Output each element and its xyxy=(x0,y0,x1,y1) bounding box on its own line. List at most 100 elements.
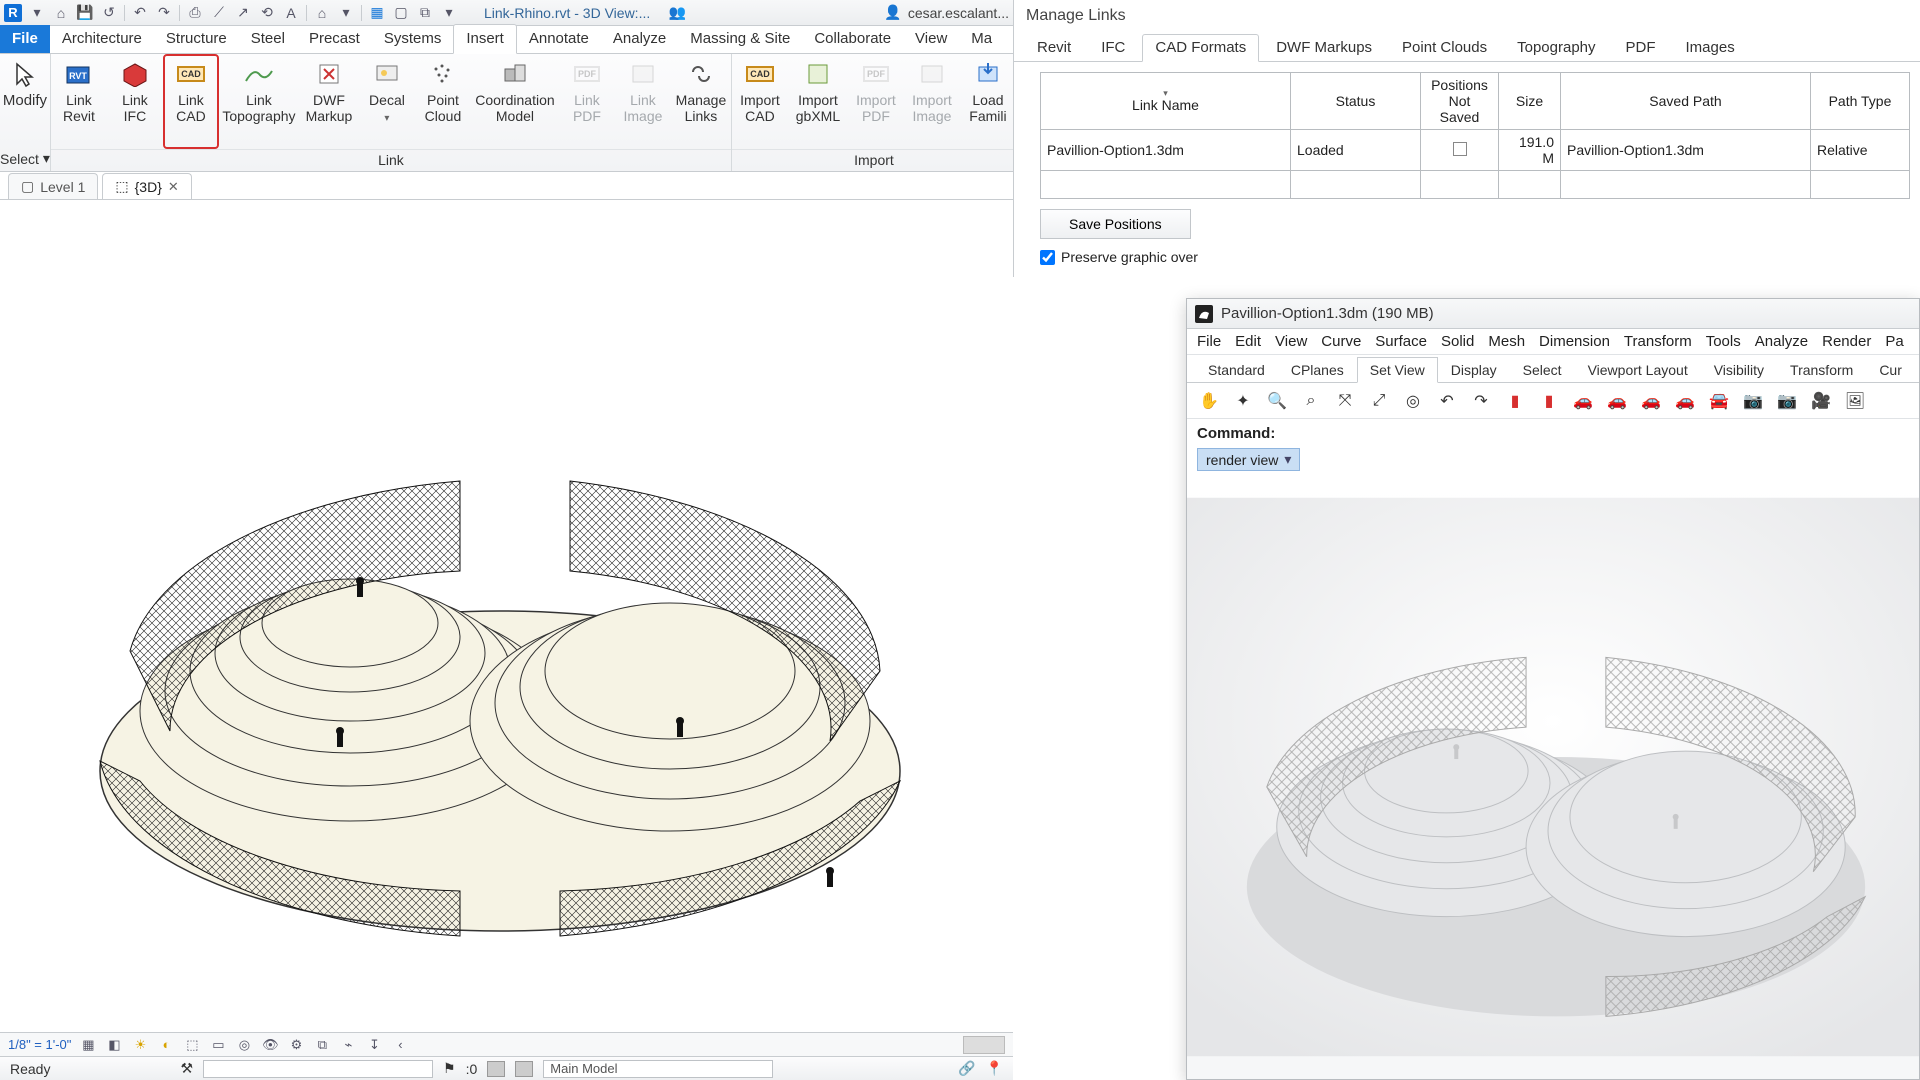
decal-button[interactable]: Decal▾ xyxy=(359,54,415,149)
workset-combo[interactable] xyxy=(203,1060,433,1078)
tab-steel[interactable]: Steel xyxy=(239,25,297,53)
command-input[interactable]: render view ▾ xyxy=(1197,448,1909,471)
reveal-constraints-icon[interactable]: ‹ xyxy=(391,1036,409,1054)
modify-cursor-icon[interactable] xyxy=(9,58,41,90)
crop-region-icon[interactable]: ▭ xyxy=(209,1036,227,1054)
select-pinned-icon[interactable]: 📍 xyxy=(986,1060,1003,1077)
import-gbxml-button[interactable]: ImportgbXML xyxy=(788,54,848,149)
named-view-icon[interactable]: 📷 xyxy=(1773,387,1801,415)
crop-icon[interactable]: ⬚ xyxy=(183,1036,201,1054)
rtab-viewport-layout[interactable]: Viewport Layout xyxy=(1575,357,1701,382)
menu-panels[interactable]: Pa xyxy=(1885,333,1903,350)
search-icon[interactable]: 👥 xyxy=(668,4,686,22)
view-scale[interactable]: 1/8" = 1'-0" xyxy=(8,1037,71,1052)
switch-window-icon[interactable]: ⧉ xyxy=(416,4,434,22)
dlg-tab-topography[interactable]: Topography xyxy=(1504,34,1608,61)
col-link-name[interactable]: ▾Link Name xyxy=(1041,73,1291,130)
set-bottom-view-icon[interactable]: ▮ xyxy=(1535,387,1563,415)
thinlines-icon[interactable]: ▦ xyxy=(368,4,386,22)
tab-collaborate[interactable]: Collaborate xyxy=(802,25,903,53)
cell-link-name[interactable]: Pavillion-Option1.3dm xyxy=(1041,130,1291,171)
rtab-standard[interactable]: Standard xyxy=(1195,357,1278,382)
undo-view-icon[interactable]: ↶ xyxy=(1433,387,1461,415)
tab-architecture[interactable]: Architecture xyxy=(50,25,154,53)
col-saved-path[interactable]: Saved Path xyxy=(1561,73,1811,130)
menu-surface[interactable]: Surface xyxy=(1375,333,1427,350)
rotate-view-icon[interactable]: ✦ xyxy=(1229,387,1257,415)
set-perspective-view-icon[interactable]: 🚘 xyxy=(1705,387,1733,415)
dlg-tab-dwf[interactable]: DWF Markups xyxy=(1263,34,1385,61)
visual-style-icon[interactable]: ◧ xyxy=(105,1036,123,1054)
reveal-hidden-icon[interactable]: ⚙ xyxy=(287,1036,305,1054)
rtab-cplanes[interactable]: CPlanes xyxy=(1278,357,1357,382)
load-family-button[interactable]: LoadFamili xyxy=(960,54,1016,149)
tab-structure[interactable]: Structure xyxy=(154,25,239,53)
tab-insert[interactable]: Insert xyxy=(453,24,517,54)
zoom-extents-icon[interactable]: ⤧ xyxy=(1331,387,1359,415)
cell-path-type[interactable]: Relative xyxy=(1811,130,1910,171)
menu-dimension[interactable]: Dimension xyxy=(1539,333,1610,350)
tab-view[interactable]: View xyxy=(903,25,959,53)
menu-file[interactable]: File xyxy=(1197,333,1221,350)
col-status[interactable]: Status xyxy=(1291,73,1421,130)
chevron-down-icon[interactable]: ▾ xyxy=(1284,451,1291,468)
pan-icon[interactable]: ✋ xyxy=(1195,387,1223,415)
import-cad-button[interactable]: CAD ImportCAD xyxy=(732,54,788,149)
view-scrollbar[interactable] xyxy=(963,1036,1005,1054)
main-model-combo[interactable]: Main Model xyxy=(543,1060,773,1078)
temporary-hide-icon[interactable]: 👁 xyxy=(261,1036,279,1054)
workset-icon[interactable]: ⚒ xyxy=(180,1060,193,1077)
dlg-tab-point-clouds[interactable]: Point Clouds xyxy=(1389,34,1500,61)
open-icon[interactable]: ⌂ xyxy=(52,4,70,22)
point-cloud-button[interactable]: PointCloud xyxy=(415,54,471,149)
menu-edit[interactable]: Edit xyxy=(1235,333,1261,350)
rhino-titlebar[interactable]: Pavillion-Option1.3dm (190 MB) xyxy=(1187,299,1919,329)
tab-annotate[interactable]: Annotate xyxy=(517,25,601,53)
preserve-overrides-checkbox[interactable]: Preserve graphic over xyxy=(1014,249,1920,277)
menu-analyze[interactable]: Analyze xyxy=(1755,333,1808,350)
col-positions[interactable]: Positions Not Saved xyxy=(1421,73,1499,130)
tab-analyze[interactable]: Analyze xyxy=(601,25,678,53)
manage-links-button[interactable]: ManageLinks xyxy=(671,54,731,149)
rtab-display[interactable]: Display xyxy=(1438,357,1510,382)
cell-saved-path[interactable]: Pavillion-Option1.3dm xyxy=(1561,130,1811,171)
highlight-displaced-icon[interactable]: ↧ xyxy=(365,1036,383,1054)
tab-systems[interactable]: Systems xyxy=(372,25,454,53)
menu-render[interactable]: Render xyxy=(1822,333,1871,350)
dlg-tab-cad-formats[interactable]: CAD Formats xyxy=(1142,34,1259,62)
rtab-set-view[interactable]: Set View xyxy=(1357,357,1438,383)
set-left-view-icon[interactable]: 🚗 xyxy=(1637,387,1665,415)
sync-icon[interactable]: ↺ xyxy=(100,4,118,22)
tab-manage[interactable]: Ma xyxy=(959,25,1004,53)
zoom-window-icon[interactable]: ⌕ xyxy=(1297,387,1325,415)
dlg-tab-images[interactable]: Images xyxy=(1673,34,1748,61)
table-row[interactable]: Pavillion-Option1.3dm Loaded 191.0 M Pav… xyxy=(1041,130,1910,171)
rtab-transform[interactable]: Transform xyxy=(1777,357,1866,382)
set-right-view-icon[interactable]: 🚗 xyxy=(1603,387,1631,415)
user-area[interactable]: 👤 cesar.escalant... xyxy=(884,4,1009,21)
save-icon[interactable]: 💾 xyxy=(76,4,94,22)
set-camera-icon[interactable]: 📷 xyxy=(1739,387,1767,415)
menu-tools[interactable]: Tools xyxy=(1706,333,1741,350)
qat-menu-icon[interactable]: ▾ xyxy=(28,4,46,22)
measure-icon[interactable]: ⟋ xyxy=(210,4,228,22)
menu-mesh[interactable]: Mesh xyxy=(1488,333,1525,350)
wallpaper-icon[interactable]: 🖼 xyxy=(1841,387,1869,415)
select-dropdown[interactable]: Select▾ xyxy=(0,150,50,167)
link-ifc-button[interactable]: LinkIFC xyxy=(107,54,163,149)
model-canvas[interactable] xyxy=(0,200,1013,1032)
dlg-tab-pdf[interactable]: PDF xyxy=(1613,34,1669,61)
set-front-view-icon[interactable]: 🚗 xyxy=(1569,387,1597,415)
dlg-tab-ifc[interactable]: IFC xyxy=(1088,34,1138,61)
view-tab-level1[interactable]: ▢ Level 1 xyxy=(8,173,98,199)
rtab-visibility[interactable]: Visibility xyxy=(1701,357,1777,382)
link-topography-button[interactable]: LinkTopography xyxy=(219,54,299,149)
zoom-target-icon[interactable]: ◎ xyxy=(1399,387,1427,415)
cell-positions[interactable] xyxy=(1421,130,1499,171)
qat-more-icon[interactable]: ▾ xyxy=(440,4,458,22)
dwf-markup-button[interactable]: DWFMarkup xyxy=(299,54,359,149)
tab-precast[interactable]: Precast xyxy=(297,25,372,53)
align-icon[interactable]: ↗ xyxy=(234,4,252,22)
dlg-tab-revit[interactable]: Revit xyxy=(1024,34,1084,61)
coordination-model-button[interactable]: CoordinationModel xyxy=(471,54,559,149)
